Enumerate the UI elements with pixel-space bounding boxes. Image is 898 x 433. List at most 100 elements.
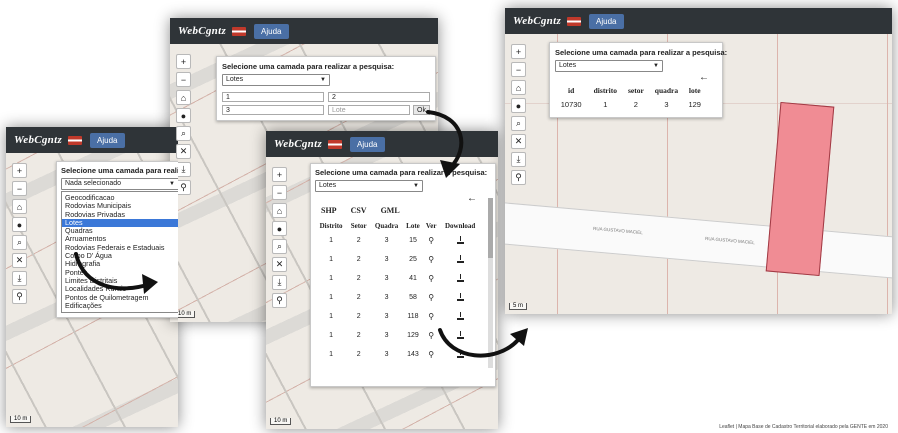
download-icon[interactable]: ⤓ <box>176 162 191 177</box>
scale-bar: 10 m <box>10 416 32 423</box>
search-icon[interactable]: ⌕ <box>12 235 27 250</box>
search-icon[interactable]: ⌕ <box>511 116 526 131</box>
select-value: Nada selecionado <box>65 180 122 187</box>
zoom-out-button[interactable]: − <box>176 72 191 87</box>
home-icon[interactable]: ⌂ <box>272 203 287 218</box>
info-icon[interactable]: ● <box>176 108 191 123</box>
cell-setor: 2 <box>356 237 361 244</box>
home-icon[interactable]: ⌂ <box>176 90 191 105</box>
view-icon[interactable]: ⚲ <box>423 288 439 307</box>
help-button[interactable]: Ajuda <box>90 132 125 148</box>
quadra-input[interactable]: 3 <box>222 105 324 115</box>
flag-icon <box>328 139 343 149</box>
home-icon[interactable]: ⌂ <box>511 80 526 95</box>
map-toolbar: + − ⌂ ● ⌕ ✕ ⤓ ⚲ <box>12 163 27 304</box>
cell-distrito: 1 <box>329 294 334 301</box>
top-bar: WebCgntz Ajuda <box>505 8 892 34</box>
panel-title: Selecione uma camada para realizar a pes… <box>555 48 728 57</box>
back-arrow-icon[interactable]: ← <box>555 72 709 83</box>
cell-quadra: 3 <box>384 294 389 301</box>
zoom-out-button[interactable]: − <box>272 185 287 200</box>
help-button[interactable]: Ajuda <box>350 136 385 152</box>
download-icon[interactable] <box>439 250 481 269</box>
cell-lote: 58 <box>409 294 417 301</box>
tools-icon[interactable]: ✕ <box>176 144 191 159</box>
setor-input[interactable]: 2 <box>328 92 430 102</box>
marker-icon[interactable]: ⚲ <box>272 293 287 308</box>
download-icon[interactable] <box>439 288 481 307</box>
cell-lote: 25 <box>409 256 417 263</box>
column-header: Quadra <box>374 222 399 230</box>
app-logo: WebCgntz <box>14 134 63 146</box>
marker-icon[interactable]: ⚲ <box>176 180 191 195</box>
cell-setor: 2 <box>356 256 361 263</box>
flag-icon <box>232 26 247 36</box>
layer-select[interactable]: Nada selecionado ▼ <box>61 178 178 190</box>
marker-icon[interactable]: ⚲ <box>511 170 526 185</box>
cell-quadra: 3 <box>384 237 389 244</box>
column-header: lote <box>688 86 701 95</box>
cell-distrito: 1 <box>329 332 334 339</box>
cell-setor: 2 <box>356 294 361 301</box>
table-row: 1 2 3 41 ⚲ <box>315 269 481 288</box>
column-header: id <box>568 86 575 95</box>
info-icon[interactable]: ● <box>511 98 526 113</box>
download-icon[interactable]: ⤓ <box>12 271 27 286</box>
cell-lote: 41 <box>409 275 417 282</box>
dropdown-option[interactable]: Edificações <box>62 301 178 310</box>
view-icon[interactable]: ⚲ <box>423 269 439 288</box>
download-icon[interactable]: ⤓ <box>272 275 287 290</box>
column-header: Setor <box>350 222 367 230</box>
export-gml-button[interactable]: GML <box>381 206 400 215</box>
cell-setor: 2 <box>356 313 361 320</box>
download-icon[interactable] <box>439 269 481 288</box>
layer-select[interactable]: Lotes ▼ <box>555 60 663 72</box>
layer-select[interactable]: Lotes ▼ <box>315 180 423 192</box>
back-arrow-icon[interactable]: ← <box>315 193 477 204</box>
zoom-in-button[interactable]: + <box>511 44 526 59</box>
zoom-out-button[interactable]: − <box>12 181 27 196</box>
cell-quadra: 3 <box>384 332 389 339</box>
tools-icon[interactable]: ✕ <box>272 257 287 272</box>
column-header: Ver <box>425 222 437 230</box>
map-toolbar: + − ⌂ ● ⌕ ✕ ⤓ ⚲ <box>176 54 191 195</box>
select-value: Lotes <box>226 76 244 83</box>
download-icon[interactable] <box>439 231 481 250</box>
table-row: 1 2 3 58 ⚲ <box>315 288 481 307</box>
cell-id: 10730 <box>560 99 582 109</box>
view-icon[interactable]: ⚲ <box>423 250 439 269</box>
marker-icon[interactable]: ⚲ <box>12 289 27 304</box>
chevron-down-icon: ▼ <box>320 77 326 83</box>
zoom-in-button[interactable]: + <box>12 163 27 178</box>
cell-setor: 2 <box>633 99 638 109</box>
table-row: 10730 1 2 3 129 <box>555 96 705 112</box>
select-value: Lotes <box>559 62 577 69</box>
export-csv-button[interactable]: CSV <box>351 206 367 215</box>
cell-lote: 143 <box>407 351 419 358</box>
top-bar: WebCgntz Ajuda <box>6 127 178 153</box>
help-button[interactable]: Ajuda <box>589 13 624 29</box>
distrito-input[interactable]: 1 <box>222 92 324 102</box>
zoom-in-button[interactable]: + <box>272 167 287 182</box>
export-shp-button[interactable]: SHP <box>321 206 337 215</box>
help-button[interactable]: Ajuda <box>254 23 289 39</box>
cell-lote: 15 <box>409 237 417 244</box>
layer-select[interactable]: Lotes ▼ <box>222 74 330 86</box>
info-icon[interactable]: ● <box>12 217 27 232</box>
download-icon[interactable]: ⤓ <box>511 152 526 167</box>
zoom-out-button[interactable]: − <box>511 62 526 77</box>
zoom-in-button[interactable]: + <box>176 54 191 69</box>
home-icon[interactable]: ⌂ <box>12 199 27 214</box>
view-icon[interactable]: ⚲ <box>423 231 439 250</box>
search-icon[interactable]: ⌕ <box>176 126 191 141</box>
lote-input[interactable]: Lote <box>328 105 411 115</box>
chevron-down-icon: ▼ <box>413 183 419 189</box>
info-icon[interactable]: ● <box>272 221 287 236</box>
column-header: setor <box>627 86 644 95</box>
table-row: 1 2 3 15 ⚲ <box>315 231 481 250</box>
chevron-down-icon: ▼ <box>169 181 175 187</box>
search-icon[interactable]: ⌕ <box>272 239 287 254</box>
tools-icon[interactable]: ✕ <box>12 253 27 268</box>
column-header: Lote <box>406 222 420 230</box>
tools-icon[interactable]: ✕ <box>511 134 526 149</box>
